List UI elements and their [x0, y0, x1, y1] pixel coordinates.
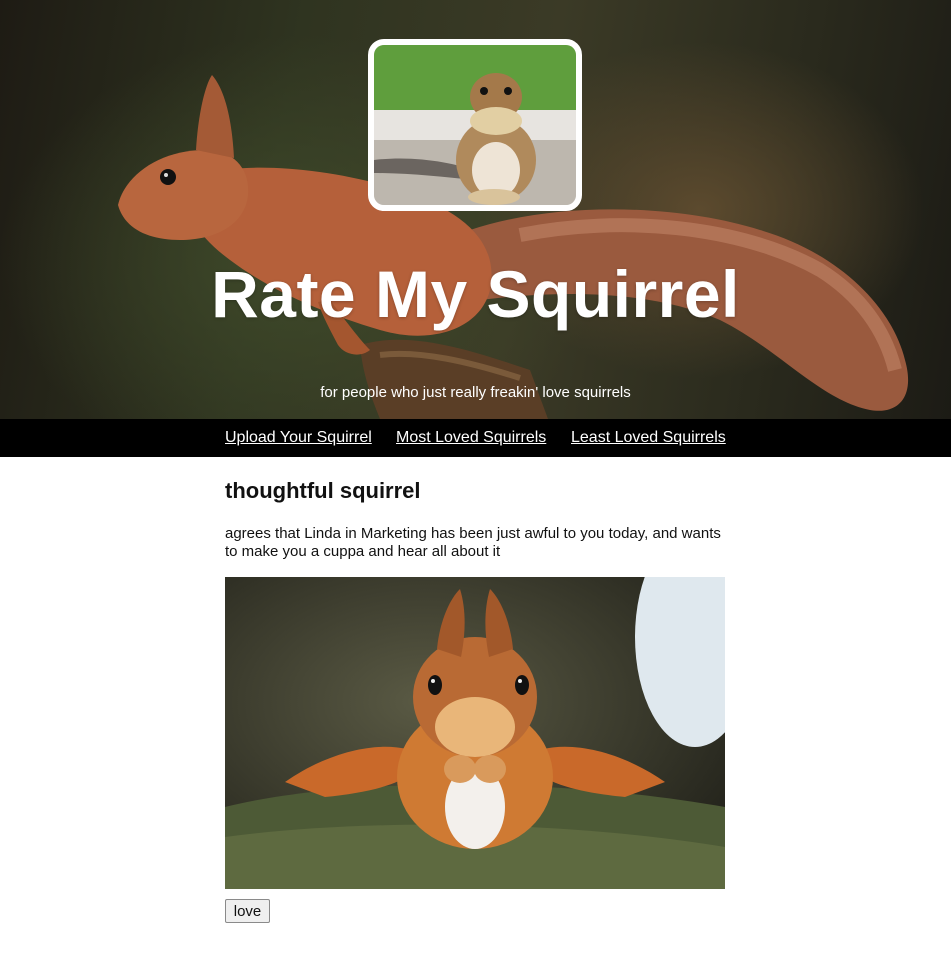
nav-least-loved-squirrels[interactable]: Least Loved Squirrels: [571, 429, 726, 447]
post-squirrel-image: [225, 577, 725, 889]
site-tagline: for people who just really freakin' love…: [320, 384, 631, 401]
post-title: thoughtful squirrel: [225, 478, 421, 503]
logo-chipmunk-image[interactable]: [368, 39, 582, 211]
love-button[interactable]: love: [225, 899, 270, 923]
nav-most-loved-squirrels[interactable]: Most Loved Squirrels: [396, 429, 546, 447]
site-title: Rate My Squirrel: [211, 257, 740, 331]
hero-banner: Rate My Squirrel for people who just rea…: [0, 0, 951, 419]
main-nav: Upload Your Squirrel Most Loved Squirrel…: [0, 419, 951, 457]
post-description: agrees that Linda in Marketing has been …: [225, 525, 721, 560]
nav-upload-squirrel[interactable]: Upload Your Squirrel: [225, 429, 372, 447]
